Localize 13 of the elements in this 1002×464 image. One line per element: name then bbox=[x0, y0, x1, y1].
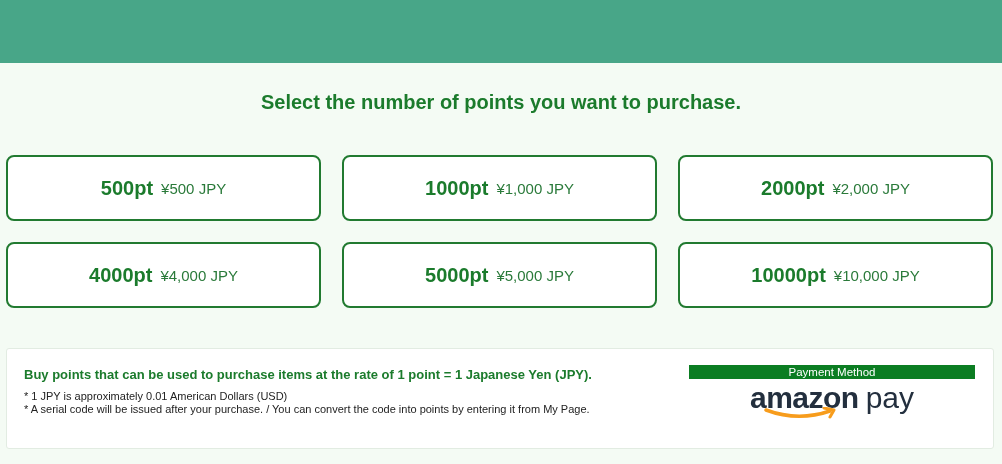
points-option-button[interactable]: 4000pt ¥4,000 JPY bbox=[6, 242, 321, 308]
page-heading: Select the number of points you want to purchase. bbox=[259, 90, 743, 115]
points-option-button[interactable]: 500pt ¥500 JPY bbox=[6, 155, 321, 221]
points-option-button[interactable]: 5000pt ¥5,000 JPY bbox=[342, 242, 657, 308]
info-title: Buy points that can be used to purchase items at the rate of 1 point = 1 Japanese Yen (JPY). bbox=[24, 367, 593, 382]
info-note: * 1 JPY is approximately 0.01 American Dollars (USD) bbox=[24, 390, 289, 403]
points-option-button[interactable]: 10000pt ¥10,000 JPY bbox=[678, 242, 993, 308]
payment-logo: amazon pay bbox=[749, 383, 915, 419]
info-note: * A serial code will be issued after your purchase. / You can convert the code into points by entering it from My Page. bbox=[24, 403, 591, 416]
points-option-button[interactable]: 1000pt ¥1,000 JPY bbox=[342, 155, 657, 221]
points-option-button[interactable]: 2000pt ¥2,000 JPY bbox=[678, 155, 993, 221]
smile-arrow-icon bbox=[763, 407, 838, 419]
payment-method-label: Payment Method bbox=[689, 365, 975, 379]
